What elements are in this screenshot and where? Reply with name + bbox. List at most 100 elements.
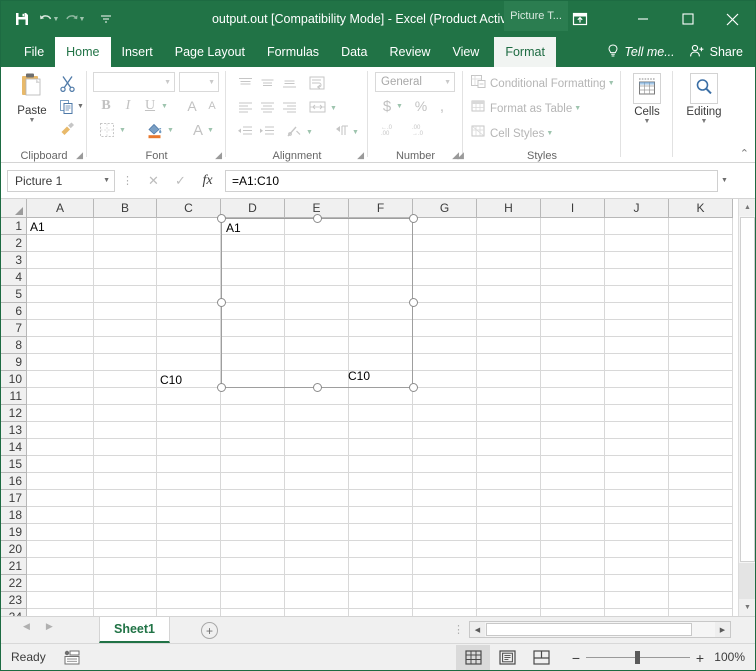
cell-C19[interactable] bbox=[157, 524, 221, 541]
row-header-1[interactable]: 1 bbox=[1, 218, 27, 235]
cell-D17[interactable] bbox=[221, 490, 285, 507]
cell-J17[interactable] bbox=[605, 490, 669, 507]
cell-A24[interactable] bbox=[27, 609, 94, 616]
tab-review[interactable]: Review bbox=[378, 37, 441, 67]
cell-I4[interactable] bbox=[541, 269, 605, 286]
cell-I9[interactable] bbox=[541, 354, 605, 371]
previous-sheet-icon[interactable]: ◀ bbox=[23, 621, 30, 632]
underline-button[interactable]: U bbox=[139, 95, 161, 117]
zoom-out-button[interactable]: − bbox=[566, 650, 586, 666]
cell-G22[interactable] bbox=[413, 575, 477, 592]
cell-H14[interactable] bbox=[477, 439, 541, 456]
cell-J2[interactable] bbox=[605, 235, 669, 252]
cell-J23[interactable] bbox=[605, 592, 669, 609]
resize-handle-top-center[interactable] bbox=[313, 214, 322, 223]
cell-J5[interactable] bbox=[605, 286, 669, 303]
cell-I17[interactable] bbox=[541, 490, 605, 507]
cell-F13[interactable] bbox=[349, 422, 413, 439]
cell-I20[interactable] bbox=[541, 541, 605, 558]
page-layout-view-button[interactable] bbox=[490, 645, 524, 670]
cell-I10[interactable] bbox=[541, 371, 605, 388]
sheet-tab-sheet1[interactable]: Sheet1 bbox=[99, 617, 170, 643]
cell-C10[interactable] bbox=[157, 371, 221, 388]
row-header-17[interactable]: 17 bbox=[1, 490, 27, 507]
cell-F11[interactable] bbox=[349, 388, 413, 405]
editing-button[interactable]: Editing ▼ bbox=[681, 73, 727, 125]
cell-B19[interactable] bbox=[94, 524, 157, 541]
cell-A21[interactable] bbox=[27, 558, 94, 575]
cell-A11[interactable] bbox=[27, 388, 94, 405]
row-header-10[interactable]: 10 bbox=[1, 371, 27, 388]
cell-I21[interactable] bbox=[541, 558, 605, 575]
cell-styles-caret-icon[interactable]: ▼ bbox=[546, 130, 553, 137]
cell-A23[interactable] bbox=[27, 592, 94, 609]
cell-H23[interactable] bbox=[477, 592, 541, 609]
tab-data[interactable]: Data bbox=[330, 37, 378, 67]
row-header-12[interactable]: 12 bbox=[1, 405, 27, 422]
cell-G19[interactable] bbox=[413, 524, 477, 541]
tab-insert[interactable]: Insert bbox=[111, 37, 164, 67]
resize-handle-bottom-right[interactable] bbox=[409, 383, 418, 392]
cell-H12[interactable] bbox=[477, 405, 541, 422]
cell-C5[interactable] bbox=[157, 286, 221, 303]
redo-caret-icon[interactable]: ▼ bbox=[79, 16, 86, 23]
name-box[interactable]: Picture 1 ▼ bbox=[7, 170, 115, 192]
cell-A13[interactable] bbox=[27, 422, 94, 439]
cell-K15[interactable] bbox=[669, 456, 733, 473]
cell-F22[interactable] bbox=[349, 575, 413, 592]
cell-C6[interactable] bbox=[157, 303, 221, 320]
cell-D24[interactable] bbox=[221, 609, 285, 616]
cell-G8[interactable] bbox=[413, 337, 477, 354]
cell-E20[interactable] bbox=[285, 541, 349, 558]
cell-I24[interactable] bbox=[541, 609, 605, 616]
cell-B4[interactable] bbox=[94, 269, 157, 286]
bold-button[interactable]: B bbox=[95, 95, 117, 117]
tab-page-layout[interactable]: Page Layout bbox=[164, 37, 256, 67]
cell-H1[interactable] bbox=[477, 218, 541, 235]
align-bottom-button[interactable] bbox=[278, 73, 300, 93]
cell-J8[interactable] bbox=[605, 337, 669, 354]
cell-J10[interactable] bbox=[605, 371, 669, 388]
cell-B2[interactable] bbox=[94, 235, 157, 252]
cell-J7[interactable] bbox=[605, 320, 669, 337]
cell-B16[interactable] bbox=[94, 473, 157, 490]
vertical-scroll-track[interactable] bbox=[739, 563, 755, 599]
cell-A18[interactable] bbox=[27, 507, 94, 524]
cell-D22[interactable] bbox=[221, 575, 285, 592]
increase-indent-button[interactable] bbox=[256, 121, 278, 141]
row-header-4[interactable]: 4 bbox=[1, 269, 27, 286]
cell-F24[interactable] bbox=[349, 609, 413, 616]
cell-C11[interactable] bbox=[157, 388, 221, 405]
cell-J6[interactable] bbox=[605, 303, 669, 320]
cell-C17[interactable] bbox=[157, 490, 221, 507]
cell-H10[interactable] bbox=[477, 371, 541, 388]
cell-H15[interactable] bbox=[477, 456, 541, 473]
alignment-dialog-launcher[interactable]: ◢ bbox=[357, 150, 364, 161]
maximize-icon[interactable] bbox=[665, 1, 710, 37]
cell-B11[interactable] bbox=[94, 388, 157, 405]
cell-A9[interactable] bbox=[27, 354, 94, 371]
cell-H3[interactable] bbox=[477, 252, 541, 269]
column-header-F[interactable]: F bbox=[349, 199, 413, 218]
column-header-B[interactable]: B bbox=[94, 199, 157, 218]
cell-J13[interactable] bbox=[605, 422, 669, 439]
cell-I14[interactable] bbox=[541, 439, 605, 456]
cell-K20[interactable] bbox=[669, 541, 733, 558]
cell-B21[interactable] bbox=[94, 558, 157, 575]
cell-K16[interactable] bbox=[669, 473, 733, 490]
cell-K2[interactable] bbox=[669, 235, 733, 252]
cell-K8[interactable] bbox=[669, 337, 733, 354]
cell-B24[interactable] bbox=[94, 609, 157, 616]
cell-J20[interactable] bbox=[605, 541, 669, 558]
cell-K10[interactable] bbox=[669, 371, 733, 388]
cell-D18[interactable] bbox=[221, 507, 285, 524]
resize-handle-bottom-left[interactable] bbox=[217, 383, 226, 392]
cell-A14[interactable] bbox=[27, 439, 94, 456]
zoom-slider[interactable] bbox=[586, 644, 690, 671]
row-header-5[interactable]: 5 bbox=[1, 286, 27, 303]
cell-I5[interactable] bbox=[541, 286, 605, 303]
cell-A4[interactable] bbox=[27, 269, 94, 286]
cell-G23[interactable] bbox=[413, 592, 477, 609]
resize-handle-middle-right[interactable] bbox=[409, 298, 418, 307]
cell-F16[interactable] bbox=[349, 473, 413, 490]
